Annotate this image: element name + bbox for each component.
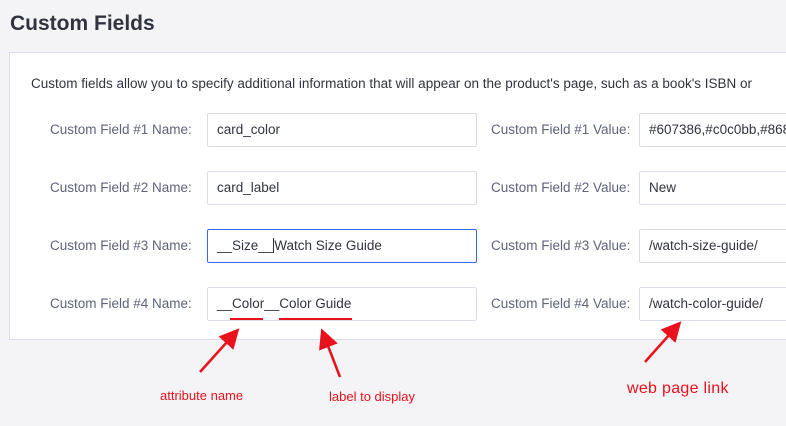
label-to-display-annotation: label to display [329,389,415,404]
attribute-name-annotation: attribute name [160,388,244,403]
web-page-link-arrow [644,321,682,363]
annotation-arrows [199,321,682,378]
display-label-arrow [319,328,342,378]
web-page-link-annotation: web page link [627,380,729,397]
attribute-name-arrow [199,328,240,373]
